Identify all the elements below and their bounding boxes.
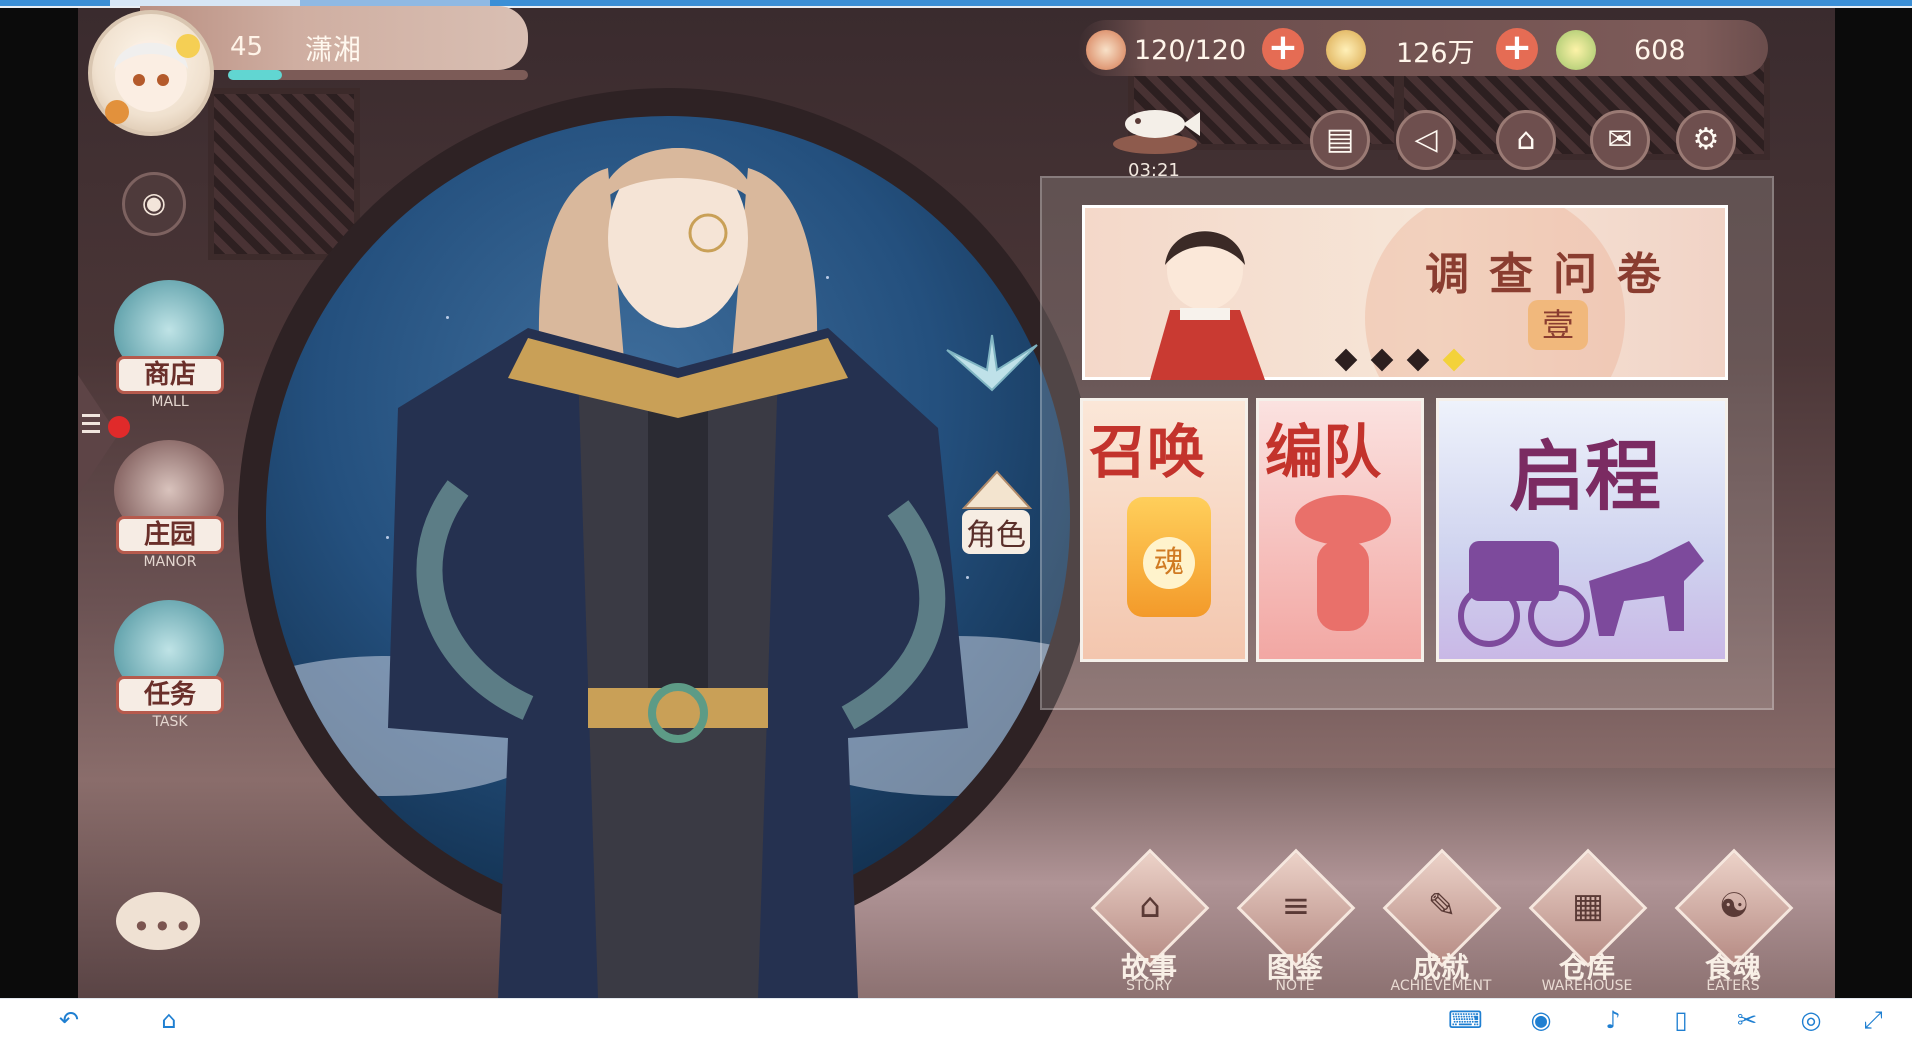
letterbox-right	[1835, 8, 1912, 998]
eaters-swirl-icon: ☯	[1718, 886, 1750, 926]
resource-value: 608	[1634, 34, 1686, 66]
story-button[interactable]: ⌂ 故事 STORY	[1084, 848, 1214, 996]
megaphone-icon[interactable]: ◁	[1396, 110, 1456, 170]
home-icon[interactable]: ⌂	[152, 1006, 186, 1034]
coin-icon	[1326, 30, 1366, 70]
note-button[interactable]: ≡ 图鉴 NOTE	[1230, 848, 1360, 996]
summon-title: 召唤	[1089, 418, 1206, 486]
note-book-icon: ≡	[1281, 886, 1311, 926]
team-title: 编队	[1265, 418, 1382, 486]
resource-jade: 608	[1556, 30, 1686, 70]
warehouse-icon: ▦	[1571, 886, 1605, 926]
task-button[interactable]: 任务 TASK	[104, 600, 236, 730]
mall-label-en: MALL	[151, 394, 189, 410]
warehouse-button[interactable]: ▦ 仓库 WAREHOUSE	[1522, 848, 1652, 996]
achievement-label-en: ACHIEVEMENT	[1390, 978, 1492, 994]
xp-bar-fill	[228, 70, 282, 80]
notification-dot	[108, 416, 130, 438]
add-coins-button[interactable]: +	[1496, 28, 1538, 70]
manor-button[interactable]: 庄园 MANOR	[104, 440, 236, 570]
mail-icon[interactable]: ✉	[1590, 110, 1650, 170]
team-hat-icon	[1295, 495, 1391, 545]
scissors-icon[interactable]: ✂	[1730, 1006, 1764, 1034]
task-label-en: TASK	[152, 714, 188, 730]
manor-label: 庄园	[116, 516, 224, 554]
depart-card[interactable]: 启程	[1436, 398, 1728, 662]
resource-value: 120/120	[1134, 34, 1247, 66]
role-tab-label: 角色	[962, 510, 1030, 554]
carriage-horse-icon	[1458, 541, 1704, 647]
player-level: 45	[230, 32, 264, 62]
announcement-board-icon[interactable]: ▤	[1310, 110, 1370, 170]
note-label-en: NOTE	[1275, 978, 1315, 994]
mall-button[interactable]: 商店 MALL	[104, 280, 236, 410]
achievement-scroll-icon: ✎	[1427, 886, 1457, 926]
manor-label-en: MANOR	[143, 554, 197, 570]
character-portrait[interactable]	[378, 108, 978, 998]
task-label: 任务	[116, 676, 224, 714]
rotate-icon[interactable]: ▯	[1664, 1006, 1698, 1034]
team-card[interactable]: 编队	[1256, 398, 1424, 662]
depart-title: 启程	[1509, 432, 1661, 521]
chat-dots: •••	[132, 908, 195, 946]
gear-icon[interactable]: ⚙	[1676, 110, 1736, 170]
summon-card[interactable]: 召唤 魂	[1080, 398, 1248, 662]
resource-stamina: 120/120	[1086, 30, 1246, 70]
team-figure-icon	[1317, 541, 1369, 631]
eaters-label-en: EATERS	[1706, 978, 1760, 994]
menu-icon[interactable]	[82, 414, 100, 434]
rice-bowl-icon	[1086, 30, 1126, 70]
warehouse-label-en: WAREHOUSE	[1541, 978, 1633, 994]
fullscreen-icon[interactable]: ⤢	[1856, 1006, 1890, 1034]
story-label-en: STORY	[1126, 978, 1172, 994]
resource-value: 126万	[1396, 37, 1475, 69]
eaters-button[interactable]: ☯ 食魂 EATERS	[1668, 848, 1798, 996]
banner-character	[1150, 230, 1265, 380]
keyboard-icon[interactable]: ⌨	[1448, 1006, 1483, 1034]
summon-badge: 魂	[1143, 537, 1195, 589]
eye-icon[interactable]: ◉	[1524, 1006, 1558, 1034]
house-icon[interactable]: ⌂	[1496, 110, 1556, 170]
banner-title: 调查问卷	[1425, 249, 1681, 300]
chat-button[interactable]: •••	[116, 892, 206, 962]
fish-plate-icon[interactable]	[1108, 94, 1203, 159]
jade-icon	[1556, 30, 1596, 70]
paper-crane-icon	[946, 334, 1038, 392]
volume-icon[interactable]: ♪	[1596, 1006, 1630, 1034]
player-avatar[interactable]	[88, 10, 214, 136]
mall-label: 商店	[116, 356, 224, 394]
story-icon: ⌂	[1139, 886, 1161, 926]
achievement-button[interactable]: ✎ 成就 ACHIEVEMENT	[1376, 848, 1506, 996]
player-name: 潇湘	[305, 33, 362, 66]
hide-ui-eye-button[interactable]: ◉	[122, 172, 186, 236]
role-tag-icon	[961, 470, 1033, 509]
add-stamina-button[interactable]: +	[1262, 28, 1304, 70]
banner-seal: 壹	[1528, 300, 1588, 350]
role-tab[interactable]: 角色	[961, 470, 1033, 570]
letterbox-left	[0, 8, 78, 998]
resource-coins: 126万	[1326, 30, 1475, 70]
location-icon[interactable]: ◎	[1794, 1006, 1828, 1034]
avatar-face-icon	[105, 34, 200, 124]
back-icon[interactable]: ↶	[52, 1006, 86, 1034]
